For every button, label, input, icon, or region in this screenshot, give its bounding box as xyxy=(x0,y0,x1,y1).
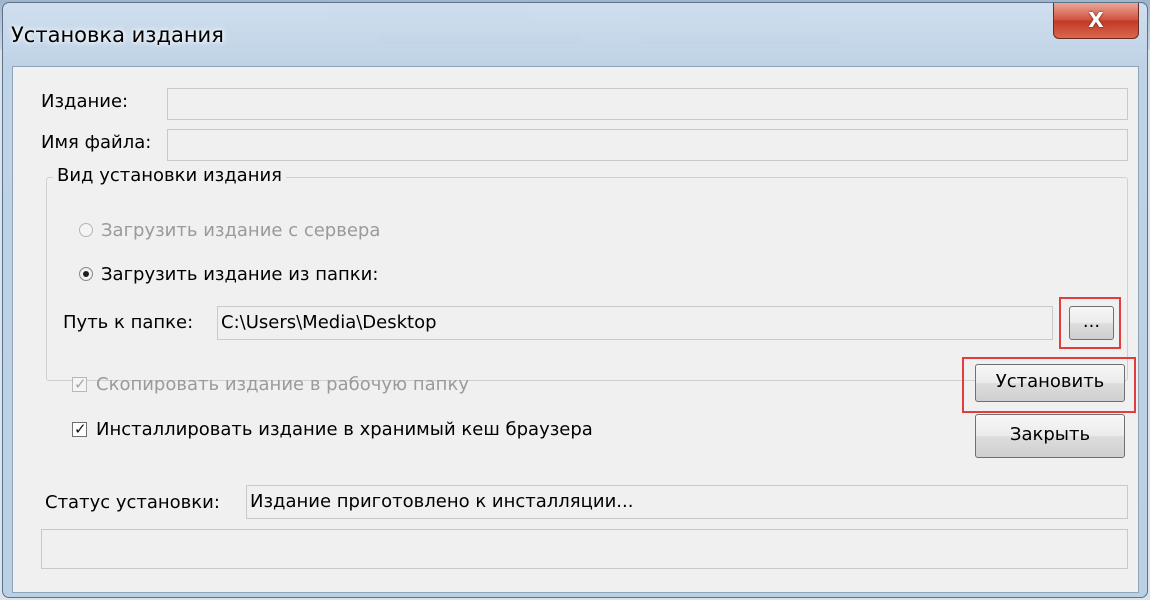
checkbox-cache-label: Инсталлировать издание в хранимый кеш бр… xyxy=(96,419,593,440)
checkbox-copy-label: Скопировать издание в рабочую папку xyxy=(96,374,469,395)
edition-label: Издание: xyxy=(41,91,129,112)
close-window-button[interactable]: X xyxy=(1053,3,1139,39)
radio-load-from-folder[interactable]: Загрузить издание из папки: xyxy=(79,264,378,285)
title-bar[interactable]: Установка издания X xyxy=(3,3,1147,65)
install-dialog: Установка издания X Издание: Имя файла: … xyxy=(2,2,1148,598)
progress-bar xyxy=(41,529,1128,569)
checkbox-icon: ✓ xyxy=(72,420,87,438)
radio-label-server: Загрузить издание с сервера xyxy=(101,220,381,241)
browse-button-highlight xyxy=(1059,297,1121,349)
checkbox-icon: ✓ xyxy=(72,375,87,393)
edition-field[interactable] xyxy=(167,88,1128,120)
checkmark-icon: ✓ xyxy=(74,420,87,438)
window-title: Установка издания xyxy=(11,23,224,47)
checkbox-install-to-cache[interactable]: ✓ Инсталлировать издание в хранимый кеш б… xyxy=(72,419,593,440)
radio-load-from-server[interactable]: Загрузить издание с сервера xyxy=(79,220,380,241)
folder-path-field[interactable]: C:\Users\Media\Desktop xyxy=(217,306,1053,340)
close-button[interactable]: Закрыть xyxy=(975,414,1125,458)
status-label: Статус установки: xyxy=(45,492,220,513)
radio-label-folder: Загрузить издание из папки: xyxy=(101,264,379,285)
radio-selected-icon xyxy=(79,267,93,281)
status-field: Издание приготовлено к инсталляции... xyxy=(246,485,1128,519)
filename-field[interactable] xyxy=(167,129,1128,161)
filename-label: Имя файла: xyxy=(41,132,152,153)
install-type-group: Вид установки издания Загрузить издание … xyxy=(46,165,1128,381)
checkmark-icon: ✓ xyxy=(74,375,87,393)
checkbox-copy-to-workdir[interactable]: ✓ Скопировать издание в рабочую папку xyxy=(72,374,469,395)
install-button-highlight xyxy=(962,357,1136,413)
folder-path-label: Путь к папке: xyxy=(63,312,194,333)
install-type-group-title: Вид установки издания xyxy=(53,165,286,186)
radio-icon xyxy=(79,223,93,237)
close-icon: X xyxy=(1088,8,1104,32)
dialog-client-area: Издание: Имя файла: Вид установки издани… xyxy=(12,66,1139,593)
